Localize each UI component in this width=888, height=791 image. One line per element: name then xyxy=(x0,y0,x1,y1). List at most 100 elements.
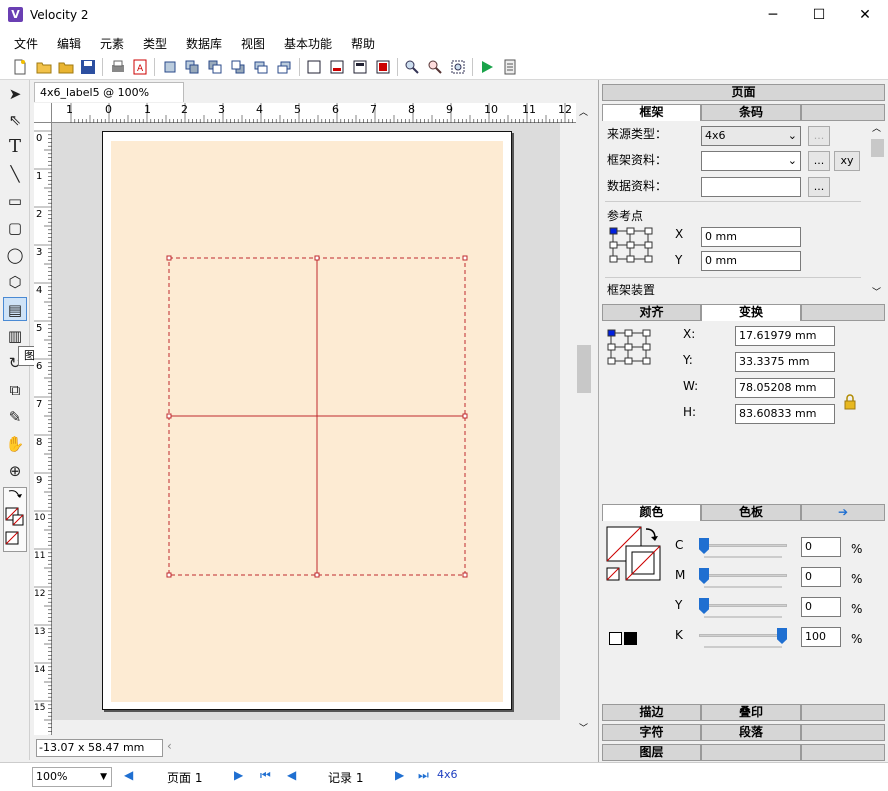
frame-section-scrollbar[interactable]: ︿ ﹀ xyxy=(870,121,885,299)
design-canvas[interactable] xyxy=(52,123,560,720)
ref-x-input[interactable]: 0 mm xyxy=(701,227,801,247)
black-swatch[interactable] xyxy=(624,632,637,645)
source-type-more-button[interactable]: ... xyxy=(808,126,830,146)
transform-y-input[interactable]: 33.3375 mm xyxy=(735,352,835,372)
polygon-tool-icon[interactable]: ⬡ xyxy=(3,270,27,294)
prev-record-icon[interactable]: ◀ xyxy=(287,768,296,782)
tab-overprint[interactable]: 叠印 xyxy=(701,704,801,721)
scroll-thumb[interactable] xyxy=(871,139,884,157)
tab-stroke[interactable]: 描边 xyxy=(602,704,701,721)
label-page[interactable] xyxy=(102,131,512,710)
print-icon[interactable] xyxy=(110,59,126,75)
send-back-icon[interactable] xyxy=(230,59,246,75)
scroll-up-icon[interactable]: ︿ xyxy=(872,121,881,134)
menu-basic[interactable]: 基本功能 xyxy=(284,35,332,52)
menu-element[interactable]: 元素 xyxy=(100,35,124,52)
data-data-input[interactable] xyxy=(701,177,801,197)
frame-top-icon[interactable] xyxy=(352,59,368,75)
line-tool-icon[interactable]: ╲ xyxy=(3,162,27,186)
run-icon[interactable] xyxy=(479,59,495,75)
black-slider-thumb[interactable] xyxy=(777,628,787,644)
tab-barcode[interactable]: 条码 xyxy=(701,104,801,121)
new-file-icon[interactable] xyxy=(12,59,28,75)
next-record-icon[interactable]: ▶ xyxy=(395,768,404,782)
text-tool-icon[interactable]: T xyxy=(3,135,27,159)
zoom-in-icon[interactable] xyxy=(404,59,420,75)
cyan-input[interactable]: 0 xyxy=(801,537,841,557)
yellow-input[interactable]: 0 xyxy=(801,597,841,617)
menu-database[interactable]: 数据库 xyxy=(186,35,222,52)
save-icon[interactable] xyxy=(80,59,96,75)
frame-data-select[interactable]: ⌄ xyxy=(701,151,801,171)
direct-select-icon[interactable]: ⇖ xyxy=(3,108,27,132)
forward-icon[interactable] xyxy=(253,59,269,75)
tab-align[interactable]: 对齐 xyxy=(602,304,701,321)
barcode-tool-icon[interactable]: ▥ xyxy=(3,324,27,348)
open-recent-icon[interactable] xyxy=(58,59,74,75)
white-swatch[interactable] xyxy=(609,632,622,645)
ellipse-tool-icon[interactable]: ◯ xyxy=(3,243,27,267)
scroll-down-icon[interactable]: ﹀ xyxy=(872,285,881,298)
lock-icon[interactable] xyxy=(844,394,856,410)
data-data-more-button[interactable]: ... xyxy=(808,177,830,197)
frame-icon[interactable] xyxy=(306,59,322,75)
panel-arrow-button[interactable]: ➔ xyxy=(801,504,885,521)
eyedropper-icon[interactable]: ✎ xyxy=(3,405,27,429)
scroll-up-icon[interactable]: ︿ xyxy=(579,105,588,118)
tab-color[interactable]: 颜色 xyxy=(602,504,701,521)
magenta-slider-thumb[interactable] xyxy=(699,568,709,584)
maximize-button[interactable]: ☐ xyxy=(796,0,842,31)
rounded-rect-tool-icon[interactable]: ▢ xyxy=(3,216,27,240)
source-type-select[interactable]: 4x6 ⌄ xyxy=(701,126,801,146)
black-input[interactable]: 100 xyxy=(801,627,841,647)
fill-stroke-color-icon[interactable] xyxy=(606,526,666,582)
reference-point-grid-icon[interactable] xyxy=(609,227,653,263)
cyan-slider-thumb[interactable] xyxy=(699,538,709,554)
document-tab[interactable]: 4x6_label5 @ 100% (CMYK) xyxy=(34,82,184,118)
tab-swatch[interactable]: 色板 xyxy=(701,504,801,521)
hand-tool-icon[interactable]: ✋ xyxy=(3,432,27,456)
last-record-icon[interactable]: ⏭ xyxy=(418,768,429,783)
transform-w-input[interactable]: 78.05208 mm xyxy=(735,378,835,398)
frame-fill-icon[interactable] xyxy=(375,59,391,75)
report-icon[interactable] xyxy=(502,59,518,75)
prev-page-icon[interactable]: ◀ xyxy=(124,768,133,782)
menu-type[interactable]: 类型 xyxy=(143,35,167,52)
black-slider[interactable] xyxy=(699,634,787,637)
select-arrow-icon[interactable]: ➤ xyxy=(3,82,27,106)
zoom-fit-icon[interactable] xyxy=(450,59,466,75)
pdf-icon[interactable]: A xyxy=(132,59,148,75)
backward-icon[interactable] xyxy=(276,59,292,75)
image-frame-tool-icon[interactable]: ▤ xyxy=(3,297,27,321)
menu-view[interactable]: 视图 xyxy=(241,35,265,52)
zoom-tool-icon[interactable]: ⊕ xyxy=(3,459,27,483)
tab-character[interactable]: 字符 xyxy=(602,724,701,741)
rectangle-tool-icon[interactable]: ▭ xyxy=(3,189,27,213)
magenta-input[interactable]: 0 xyxy=(801,567,841,587)
vertical-scrollbar[interactable]: ︿ ﹀ xyxy=(576,103,592,735)
yellow-slider-thumb[interactable] xyxy=(699,598,709,614)
scroll-thumb[interactable] xyxy=(577,345,591,393)
horizontal-scrollbar[interactable]: ‹ xyxy=(165,739,576,755)
bring-front-icon[interactable] xyxy=(207,59,223,75)
transform-x-input[interactable]: 17.61979 mm xyxy=(735,326,835,346)
menu-file[interactable]: 文件 xyxy=(14,35,38,52)
tab-layers[interactable]: 图层 xyxy=(602,744,701,761)
frame-bottom-icon[interactable] xyxy=(329,59,345,75)
page-section-header[interactable]: 页面 xyxy=(602,84,885,101)
first-record-icon[interactable]: ⏮ xyxy=(260,768,271,783)
tab-transform[interactable]: 变换 xyxy=(701,304,801,321)
scroll-left-icon[interactable]: ‹ xyxy=(167,739,172,753)
frame-data-more-button[interactable]: ... xyxy=(808,151,830,171)
fill-stroke-swatch[interactable] xyxy=(3,487,27,552)
menu-edit[interactable]: 编辑 xyxy=(57,35,81,52)
tab-frame[interactable]: 框架 xyxy=(602,104,701,121)
close-button[interactable]: ✕ xyxy=(842,0,888,31)
magenta-slider[interactable] xyxy=(699,574,787,577)
menu-help[interactable]: 帮助 xyxy=(351,35,375,52)
zoom-select[interactable]: 100% ▼ xyxy=(32,767,112,787)
ref-y-input[interactable]: 0 mm xyxy=(701,251,801,271)
xy-button[interactable]: xy xyxy=(834,151,860,171)
scroll-down-icon[interactable]: ﹀ xyxy=(579,721,588,734)
open-folder-icon[interactable] xyxy=(36,59,52,75)
